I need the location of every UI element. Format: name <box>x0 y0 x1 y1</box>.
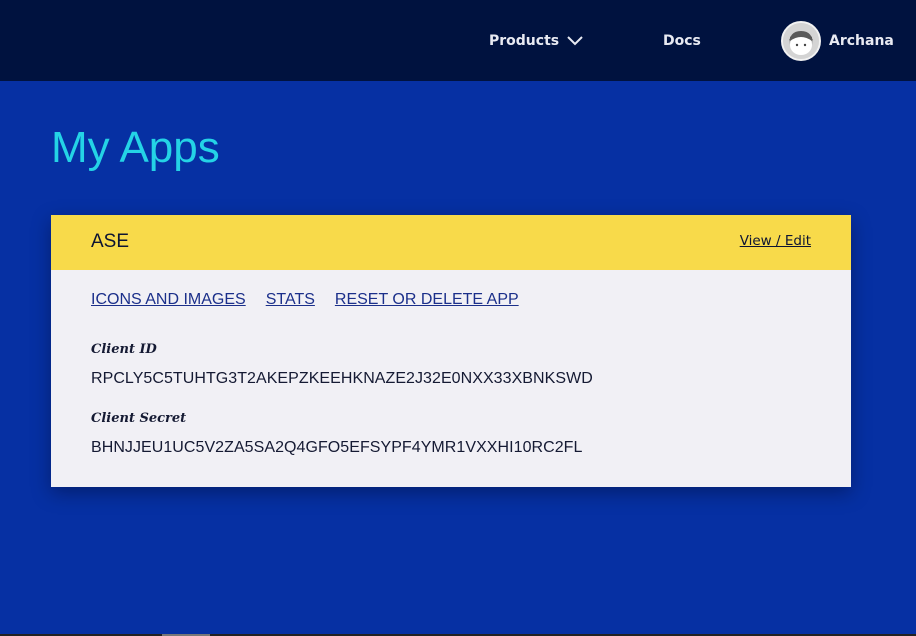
client-secret-label: Client Secret <box>91 411 187 426</box>
user-menu[interactable]: Archana <box>781 0 894 81</box>
nav-products-menu[interactable]: Products <box>489 0 583 81</box>
nav-products-label: Products <box>489 32 560 49</box>
app-card-header: ASE View / Edit <box>51 215 851 270</box>
user-name: Archana <box>829 32 894 49</box>
client-id-label: Client ID <box>91 342 157 357</box>
page-title: My Apps <box>51 123 220 172</box>
client-secret-value: BHNJJEU1UC5V2ZA5SA2Q4GFO5EFSYPF4YMR1VXXH… <box>91 439 583 456</box>
icons-and-images-link[interactable]: ICONS AND IMAGES <box>91 291 246 309</box>
client-id-value: RPCLY5C5TUHTG3T2AKEPZKEEHKNAZE2J32E0NXX3… <box>91 370 593 387</box>
stats-link[interactable]: STATS <box>266 291 315 309</box>
app-name: ASE <box>91 231 130 252</box>
nav-docs-link[interactable]: Docs <box>663 0 701 81</box>
top-navigation-bar: Products Docs Archana <box>0 0 916 81</box>
app-card-links: ICONS AND IMAGES STATS RESET OR DELETE A… <box>91 291 539 309</box>
view-edit-link[interactable]: View / Edit <box>740 233 811 249</box>
avatar-icon <box>781 20 821 61</box>
reset-or-delete-app-link[interactable]: RESET OR DELETE APP <box>335 291 519 309</box>
nav-docs-label: Docs <box>663 32 701 49</box>
app-card: ASE View / Edit ICONS AND IMAGES STATS R… <box>51 215 851 487</box>
chevron-down-icon <box>567 35 583 45</box>
